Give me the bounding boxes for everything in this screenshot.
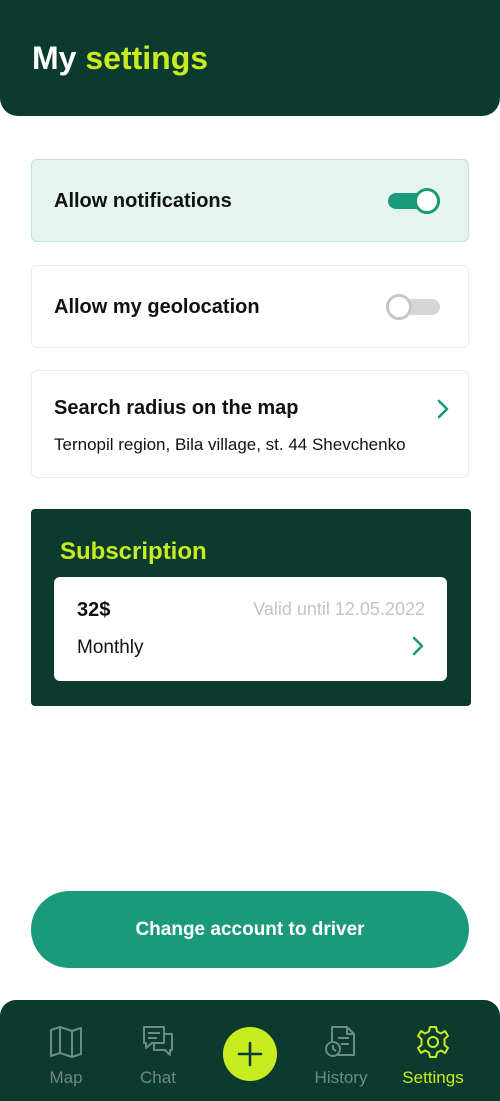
history-icon xyxy=(325,1026,355,1057)
geolocation-toggle[interactable] xyxy=(386,293,442,321)
search-radius-label: Search radius on the map xyxy=(54,397,299,419)
subscription-card[interactable]: 32$ Valid until 12.05.2022 Monthly xyxy=(54,577,447,681)
search-radius-value: Ternopil region, Bila village, st. 44 Sh… xyxy=(54,435,406,454)
notifications-toggle[interactable] xyxy=(386,187,442,215)
change-account-to-driver-button[interactable]: Change account to driver xyxy=(31,891,469,968)
subscription-valid-until: Valid until 12.05.2022 xyxy=(253,599,425,619)
subscription-panel: Subscription 32$ Valid until 12.05.2022 … xyxy=(31,509,471,706)
tab-settings[interactable]: Settings xyxy=(388,1024,478,1092)
page-title-part1: My xyxy=(32,40,77,76)
notifications-setting[interactable]: Allow notifications xyxy=(31,159,469,242)
plus-icon xyxy=(237,1041,263,1067)
tab-settings-label: Settings xyxy=(402,1068,464,1087)
page-title-part2: settings xyxy=(85,40,209,76)
tab-history-label: History xyxy=(314,1068,368,1087)
notifications-label: Allow notifications xyxy=(54,190,232,212)
chevron-right-icon xyxy=(437,399,449,419)
toggle-knob xyxy=(386,294,412,320)
tab-chat[interactable]: Chat xyxy=(113,1024,203,1092)
gear-icon xyxy=(417,1026,449,1058)
tab-history[interactable]: History xyxy=(296,1024,386,1092)
chat-icon xyxy=(143,1026,173,1056)
tab-map-label: Map xyxy=(49,1068,83,1087)
toggle-knob xyxy=(414,188,440,214)
chevron-right-icon xyxy=(412,636,424,656)
subscription-price: 32$ xyxy=(77,599,111,621)
add-button[interactable] xyxy=(223,1027,277,1081)
header: My settings xyxy=(0,0,500,116)
tab-map[interactable]: Map xyxy=(21,1024,111,1092)
map-icon xyxy=(50,1026,82,1058)
tab-chat-label: Chat xyxy=(140,1068,176,1087)
page-title: My settings xyxy=(32,40,208,77)
geolocation-setting[interactable]: Allow my geolocation xyxy=(31,265,469,348)
geolocation-label: Allow my geolocation xyxy=(54,296,260,318)
subscription-title: Subscription xyxy=(60,538,207,565)
subscription-period: Monthly xyxy=(77,637,144,658)
search-radius-setting[interactable]: Search radius on the map Ternopil region… xyxy=(31,370,469,478)
